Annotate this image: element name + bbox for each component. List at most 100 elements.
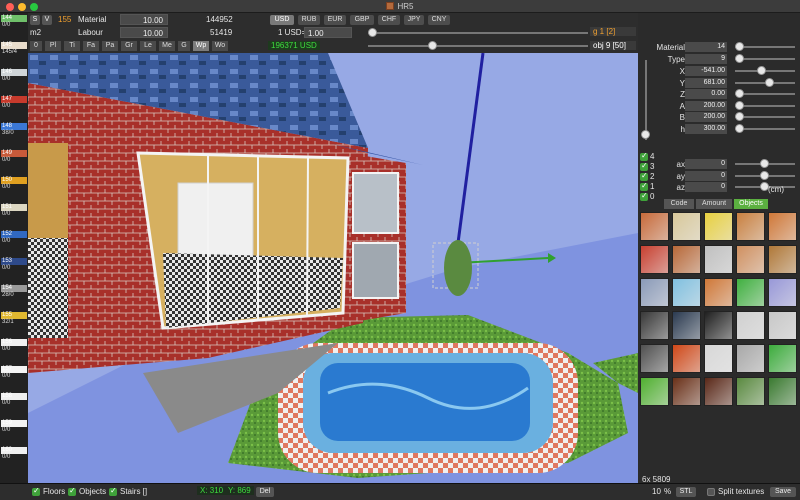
currency-gbp-button[interactable]: GBP <box>350 15 374 25</box>
rotation-az-field[interactable]: 0 <box>685 182 727 192</box>
material-item[interactable]: 149 0/0 <box>1 150 27 164</box>
window-icon[interactable] <box>672 377 701 406</box>
door-icon[interactable] <box>704 377 733 406</box>
material-item[interactable]: 144 0/0 <box>1 15 27 29</box>
rotation-az-slider[interactable] <box>735 182 795 191</box>
vertical-slider-knob[interactable] <box>641 130 650 139</box>
slider-knob[interactable] <box>735 100 744 110</box>
material-item[interactable]: 153 0/0 <box>1 258 27 272</box>
cabinet-icon[interactable] <box>704 344 733 373</box>
prop-h-slider[interactable] <box>735 123 795 133</box>
tv-icon[interactable] <box>672 311 701 340</box>
tab-amount[interactable]: Amount <box>696 199 732 209</box>
slider-knob[interactable] <box>735 123 744 133</box>
prop-material-field[interactable]: 14 <box>685 42 727 52</box>
glass-icon[interactable] <box>672 278 701 307</box>
filter-fa-button[interactable]: Fa <box>83 41 99 51</box>
group-slider-knob[interactable] <box>368 28 377 37</box>
speaker-icon[interactable] <box>768 311 797 340</box>
fireplace-icon[interactable] <box>672 344 701 373</box>
material-slider[interactable] <box>735 42 795 51</box>
filter-pl-button[interactable]: Pl <box>45 41 61 51</box>
filter-g-button[interactable]: G <box>178 41 190 51</box>
prop-a-slider[interactable] <box>735 100 795 110</box>
filter-gr-button[interactable]: Gr <box>121 41 137 51</box>
material-item[interactable]: 159 0/0 <box>1 420 27 434</box>
slab-icon[interactable] <box>640 278 669 307</box>
filter-le-button[interactable]: Le <box>140 41 156 51</box>
light-switch-icon[interactable] <box>640 377 669 406</box>
prop-a-field[interactable]: 200.00 <box>685 100 727 111</box>
material-item[interactable]: 158 0/0 <box>1 393 27 407</box>
material-item[interactable]: 156 0/0 <box>1 339 27 353</box>
filter-wp-button[interactable]: Wp <box>193 41 209 51</box>
bush-icon[interactable] <box>768 377 797 406</box>
objects-checkbox[interactable] <box>68 486 76 496</box>
prop-y-slider[interactable] <box>735 77 795 87</box>
washer-icon[interactable] <box>640 344 669 373</box>
v-button[interactable]: V <box>42 15 52 25</box>
delete-button[interactable]: Del <box>256 487 274 497</box>
material-item[interactable]: 146 0/0 <box>1 69 27 83</box>
material-item[interactable]: 160 0/0 <box>1 447 27 461</box>
prop-z-field[interactable]: 0.00 <box>685 89 727 99</box>
filter-wo-button[interactable]: Wo <box>212 41 228 51</box>
rotation-ay-field[interactable]: 0 <box>685 170 727 181</box>
floors-checkbox[interactable] <box>32 486 40 496</box>
material-item[interactable]: 157 0/0 <box>1 366 27 380</box>
rotation-ax-slider[interactable] <box>735 159 795 168</box>
rotation-ax-field[interactable]: 0 <box>685 159 727 169</box>
bed-icon[interactable] <box>640 245 669 274</box>
object-slider[interactable] <box>368 41 588 50</box>
3d-viewport[interactable] <box>28 53 638 483</box>
box-icon[interactable] <box>768 212 797 241</box>
level-0-checkbox[interactable] <box>640 191 648 201</box>
sofa-icon[interactable] <box>704 245 733 274</box>
filter-0-button[interactable]: 0 <box>30 41 42 51</box>
material-cost-field[interactable]: 10.00 <box>120 14 168 25</box>
stairs-checkbox[interactable] <box>109 486 117 496</box>
object-slider-knob[interactable] <box>428 41 437 50</box>
material-item[interactable]: 154 28/0 <box>1 285 27 299</box>
chair-icon[interactable] <box>672 245 701 274</box>
filter-me-button[interactable]: Me <box>159 41 175 51</box>
type-slider-knob[interactable] <box>735 54 744 63</box>
rotation-ay-slider[interactable] <box>735 170 795 180</box>
labour-cost-field[interactable]: 10.00 <box>120 27 168 38</box>
currency-usd-button[interactable]: USD <box>270 15 294 25</box>
plate-icon[interactable] <box>736 278 765 307</box>
save-button[interactable]: Save <box>770 487 796 497</box>
currency-eur-button[interactable]: EUR <box>324 15 346 25</box>
group-slider[interactable] <box>368 28 588 37</box>
material-item[interactable]: 151 0/0 <box>1 204 27 218</box>
material-item[interactable]: 155 32/1 <box>1 312 27 326</box>
prop-x-field[interactable]: -541.00 <box>685 66 727 76</box>
prop-type-field[interactable]: 9 <box>685 54 727 64</box>
tab-objects[interactable]: Objects <box>734 199 768 209</box>
currency-cny-button[interactable]: CNY <box>428 15 450 25</box>
blocks-icon[interactable] <box>768 245 797 274</box>
tab-code[interactable]: Code <box>664 199 694 209</box>
vertical-slider[interactable] <box>641 60 650 140</box>
pipe-icon[interactable] <box>704 212 733 241</box>
filter-pa-button[interactable]: Pa <box>102 41 118 51</box>
currency-chf-button[interactable]: CHF <box>378 15 400 25</box>
cubes-icon[interactable] <box>672 212 701 241</box>
split-textures-checkbox[interactable] <box>707 488 715 496</box>
prop-y-field[interactable]: 681.00 <box>685 77 727 88</box>
slider-knob[interactable] <box>735 89 744 98</box>
slider-knob[interactable] <box>760 159 769 168</box>
material-item[interactable]: 148 38/0 <box>1 123 27 137</box>
currency-jpy-button[interactable]: JPY <box>404 15 424 25</box>
material-slider-knob[interactable] <box>735 42 744 51</box>
table-icon[interactable] <box>640 212 669 241</box>
panel-icon[interactable] <box>768 278 797 307</box>
radiator-icon[interactable] <box>736 311 765 340</box>
green-block-icon[interactable] <box>768 344 797 373</box>
prop-h-field[interactable]: 300.00 <box>685 123 727 134</box>
shelf-icon[interactable] <box>640 311 669 340</box>
stl-export-button[interactable]: STL <box>676 487 696 497</box>
material-item[interactable]: 145 145/4 <box>1 42 27 56</box>
material-item[interactable]: 152 0/0 <box>1 231 27 245</box>
material-item[interactable]: 150 0/0 <box>1 177 27 191</box>
